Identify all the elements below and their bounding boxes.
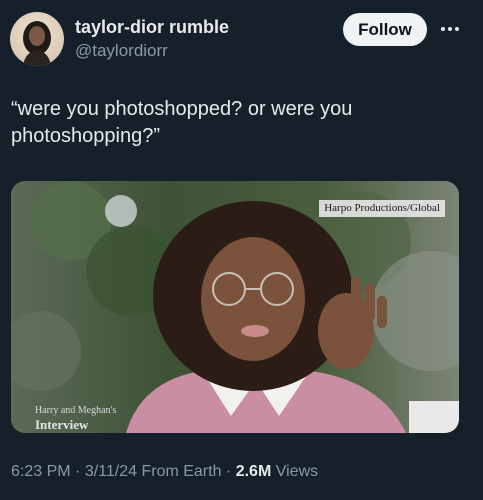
display-name[interactable]: taylor-dior rumble <box>75 17 229 38</box>
timestamp-date[interactable]: 3/11/24 <box>85 463 137 480</box>
more-horizontal-icon <box>441 27 459 31</box>
meta-separator: · <box>221 463 236 480</box>
media-caption-line1: Harry and Meghan's <box>35 405 117 416</box>
meta-separator: · <box>70 463 85 480</box>
video-frame-image <box>11 181 459 433</box>
views-count: 2.6M <box>235 463 272 480</box>
timestamp-time[interactable]: 6:23 PM <box>11 463 71 480</box>
tweet-source: From Earth <box>137 463 222 480</box>
views-label: Views <box>271 463 319 480</box>
tweet-media[interactable]: Harpo Productions/Global Harry and Megha… <box>11 181 459 433</box>
follow-button[interactable]: Follow <box>343 13 427 46</box>
profile-photo-icon <box>23 21 51 66</box>
media-watermark: Harpo Productions/Global <box>319 200 445 217</box>
avatar[interactable] <box>10 12 64 66</box>
more-options-button[interactable] <box>436 18 464 40</box>
user-handle[interactable]: @taylordiorr <box>75 41 168 61</box>
media-caption-line2: Interview <box>35 417 89 432</box>
tweet-text: “were you photoshopped? or were you phot… <box>11 98 353 147</box>
tweet-meta: 6:23 PM · 3/11/24 From Earth · 2.6M View… <box>11 463 318 481</box>
